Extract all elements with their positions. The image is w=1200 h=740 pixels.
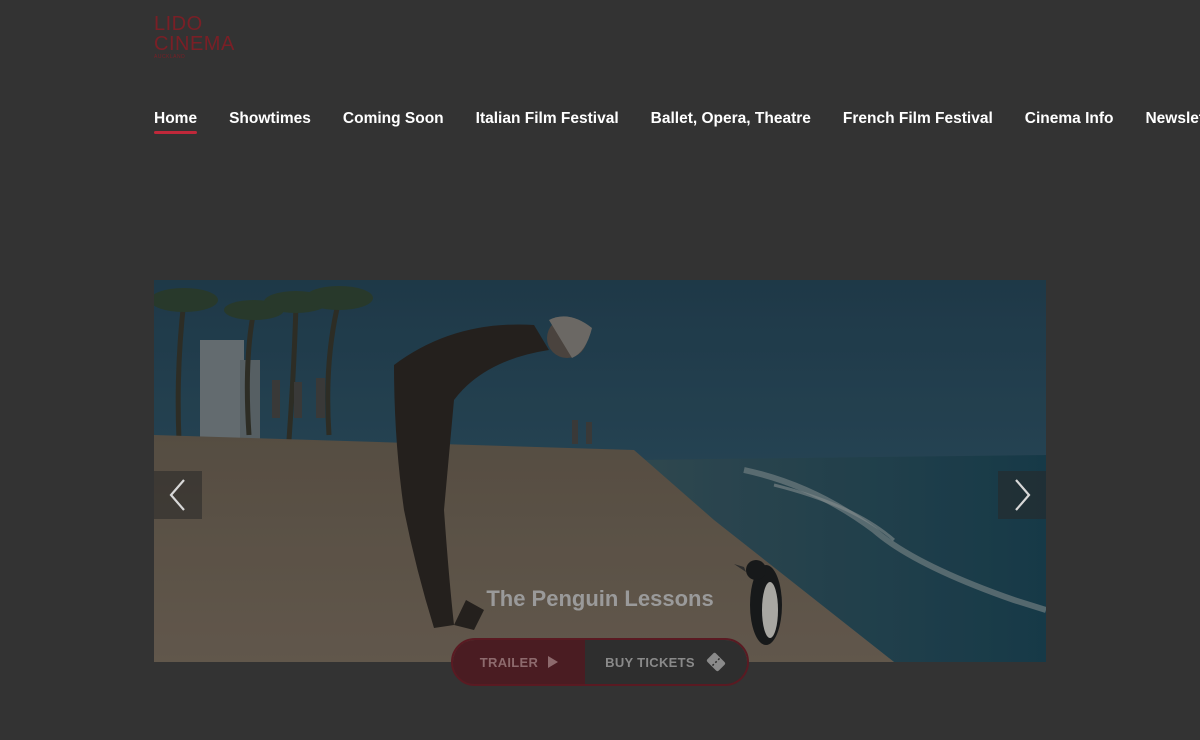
trailer-label: TRAILER [479, 654, 539, 670]
buy-tickets-label: BUY TICKETS [605, 654, 695, 670]
slide-title: The Penguin Lessons [486, 586, 714, 611]
play-icon [548, 656, 559, 668]
nav-item-newsletter[interactable]: Newsletter [1145, 110, 1200, 134]
nav-item-coming-soon[interactable]: Coming Soon [343, 110, 444, 134]
nav-item-showtimes[interactable]: Showtimes [229, 110, 311, 134]
slider-prev-button[interactable] [154, 471, 202, 519]
logo-line-1: LIDO [154, 13, 203, 35]
nav-item-ballet-opera-theatre[interactable]: Ballet, Opera, Theatre [651, 110, 811, 134]
buy-tickets-button[interactable]: BUY TICKETS [585, 640, 747, 684]
slider-next-button[interactable] [998, 471, 1046, 519]
nav-item-home[interactable]: Home [154, 110, 198, 134]
chevron-left-icon [169, 479, 185, 511]
nav-item-cinema-info[interactable]: Cinema Info [1025, 110, 1114, 134]
nav-item-italian-film-festival[interactable]: Italian Film Festival [476, 110, 619, 134]
lido-cinema-logo[interactable]: LIDO CINEMA AUCKLAND [154, 14, 235, 60]
nav-item-french-film-festival[interactable]: French Film Festival [843, 110, 993, 134]
chevron-right-icon [1015, 479, 1031, 511]
main-nav: Home Showtimes Coming Soon Italian Film … [154, 110, 1200, 134]
trailer-button[interactable]: TRAILER [453, 640, 585, 684]
hero-cta-group: TRAILER BUY TICKETS [451, 638, 749, 686]
page: LIDO CINEMA AUCKLAND Home Showtimes Comi… [0, 0, 1200, 740]
ticket-icon [705, 651, 727, 673]
logo-line-2: CINEMA [154, 33, 235, 55]
logo-line-3: AUCKLAND [154, 54, 186, 60]
